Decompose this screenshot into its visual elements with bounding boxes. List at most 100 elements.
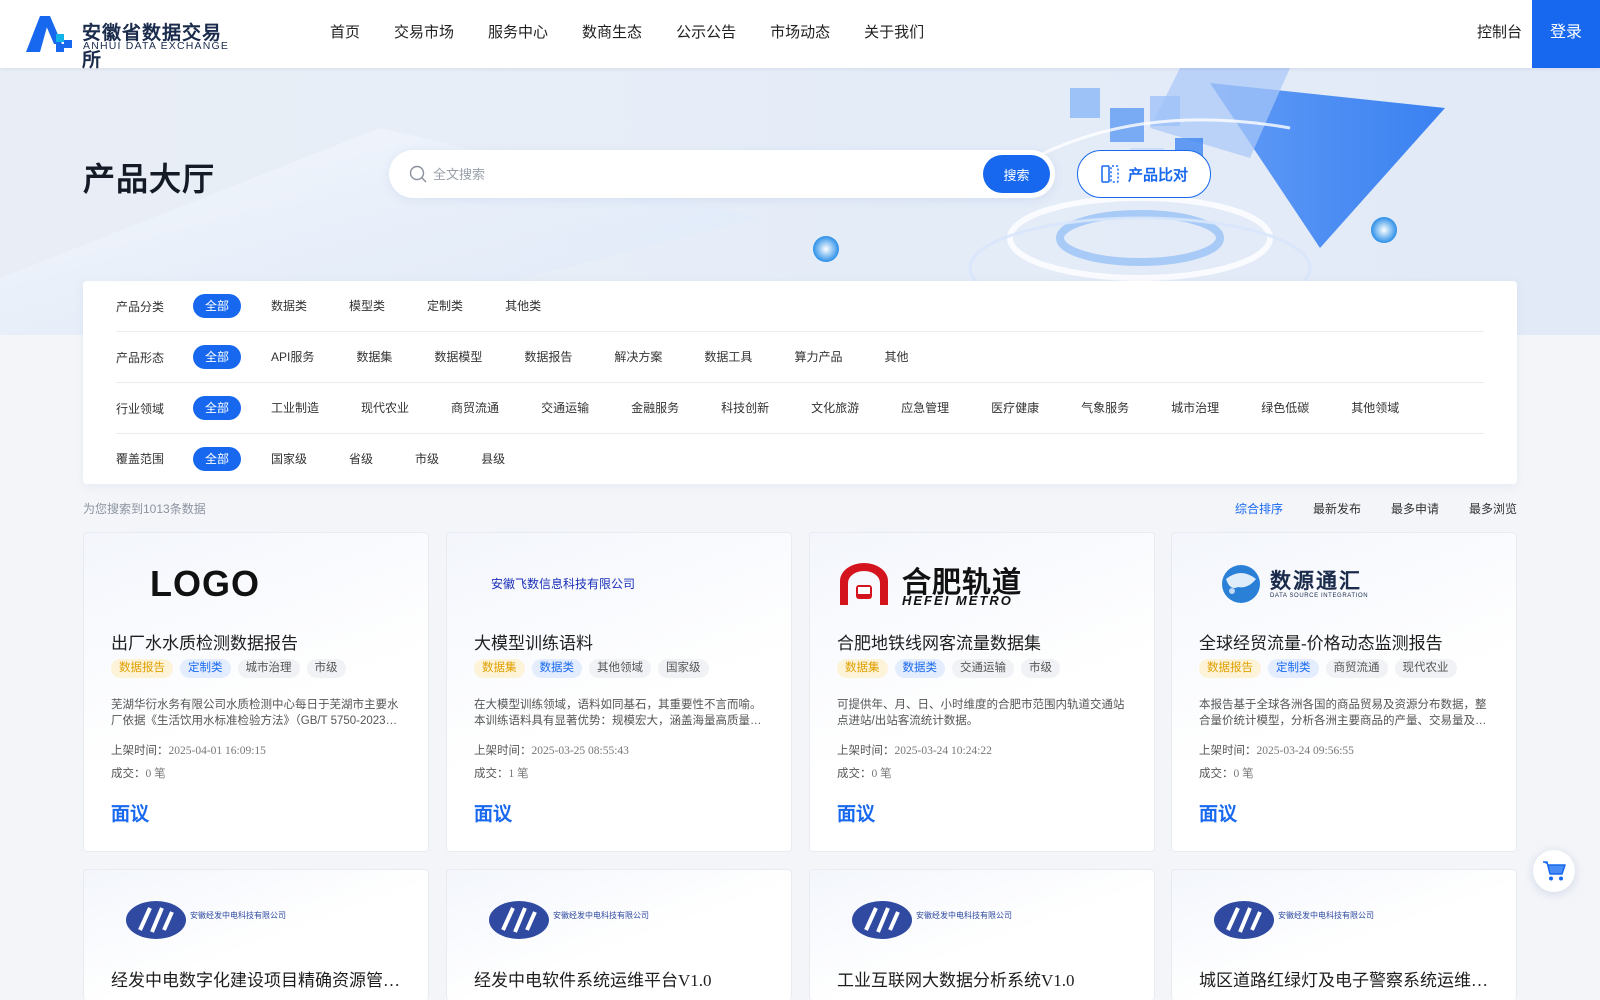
product-card[interactable]: 安徽飞数信息科技有限公司 大模型训练语料 数据集 数据类 其他领域 国家级 在大…: [446, 532, 792, 852]
price-negotiable: 面议: [474, 804, 513, 825]
nav-market[interactable]: 交易市场: [394, 0, 454, 66]
product-title[interactable]: 大模型训练语料: [474, 629, 766, 654]
sort-bar: 综合排序 最新发布 最多申请 最多浏览: [1235, 500, 1517, 517]
filter-chip[interactable]: 交通运输: [529, 396, 601, 420]
tag: 数据集: [837, 659, 888, 678]
product-card[interactable]: 安徽经发中电科技有限公司 工业互联网大数据分析系统V1.0: [809, 869, 1155, 1000]
filter-chip[interactable]: 其他领域: [1339, 396, 1411, 420]
nav-ecosystem[interactable]: 数商生态: [582, 0, 642, 66]
filter-chip[interactable]: 现代农业: [349, 396, 421, 420]
filter-chip[interactable]: 金融服务: [619, 396, 691, 420]
product-title[interactable]: 全球经贸流量-价格动态监测报告: [1199, 629, 1491, 654]
sort-most-applied[interactable]: 最多申请: [1391, 500, 1439, 517]
product-card[interactable]: 安徽经发中电科技有限公司 经发中电软件系统运维平台V1.0: [446, 869, 792, 1000]
nav-about[interactable]: 关于我们: [864, 0, 924, 66]
cart-button[interactable]: [1533, 850, 1575, 892]
filter-chip[interactable]: 科技创新: [709, 396, 781, 420]
filter-chip[interactable]: 县级: [469, 447, 517, 471]
price-negotiable: 面议: [1199, 804, 1238, 825]
company-logo: 安徽飞数信息科技有限公司: [473, 557, 673, 609]
filter-chip[interactable]: API服务: [259, 345, 326, 369]
tag: 现代农业: [1394, 659, 1457, 678]
product-title[interactable]: 城区道路红绿灯及电子警察系统运维服务: [1199, 966, 1491, 991]
tag: 其他领域: [589, 659, 651, 678]
sort-newest[interactable]: 最新发布: [1313, 500, 1361, 517]
listing-time: 上架时间：2025-04-01 16:09:15: [111, 742, 266, 758]
filter-chip[interactable]: 绿色低碳: [1249, 396, 1321, 420]
filter-chip[interactable]: 医疗健康: [979, 396, 1051, 420]
tag: 定制类: [1268, 659, 1319, 678]
product-card[interactable]: 安徽经发中电科技有限公司 城区道路红绿灯及电子警察系统运维服务: [1171, 869, 1517, 1000]
tag: 商贸流通: [1325, 659, 1388, 678]
jingfa-logo-icon: [1214, 901, 1274, 939]
meta-label: 上架时间：: [837, 745, 895, 757]
filter-chip[interactable]: 数据工具: [692, 345, 764, 369]
filter-chip[interactable]: 其他类: [493, 294, 553, 318]
search-button[interactable]: 搜索: [983, 155, 1050, 193]
filter-chip[interactable]: 定制类: [415, 294, 475, 318]
filter-chip[interactable]: 国家级: [259, 447, 319, 471]
meta-label: 成交：: [1199, 768, 1234, 780]
filter-chip[interactable]: 解决方案: [602, 345, 674, 369]
filter-chip[interactable]: 其他: [872, 345, 920, 369]
company-logo: 安徽经发中电科技有限公司: [473, 894, 673, 946]
logo-text: LOGO: [150, 563, 260, 604]
filter-chip[interactable]: 工业制造: [259, 396, 331, 420]
filter-chip[interactable]: 文化旅游: [799, 396, 871, 420]
filter-chip[interactable]: 全部: [193, 345, 242, 369]
meta-value: 0 笔: [1233, 768, 1254, 780]
product-description: 芜湖华衍水务有限公司水质检测中心每日于芜湖市主要水厂依据《生活饮用水标准检验方法…: [111, 699, 399, 727]
result-count: 为您搜索到1013条数据: [83, 502, 206, 516]
deal-count: 成交：0 笔: [837, 765, 892, 781]
login-button[interactable]: 登录: [1532, 0, 1600, 68]
filter-label: 行业领域: [116, 401, 165, 416]
sort-most-viewed[interactable]: 最多浏览: [1469, 500, 1517, 517]
product-title[interactable]: 经发中电软件系统运维平台V1.0: [474, 966, 766, 991]
filter-chip[interactable]: 数据报告: [512, 345, 584, 369]
site-logo[interactable]: 安徽省数据交易所 ANHUI DATA EXCHANGE: [26, 14, 236, 71]
filter-chip[interactable]: 数据模型: [422, 345, 494, 369]
main-nav: 首页 交易市场 服务中心 数商生态 公示公告 市场动态 关于我们: [330, 0, 958, 66]
meta-label: 成交：: [474, 768, 509, 780]
filter-chip[interactable]: 应急管理: [889, 396, 961, 420]
product-title[interactable]: 合肥地铁线网客流量数据集: [837, 629, 1129, 654]
filter-chip[interactable]: 省级: [337, 447, 385, 471]
product-card[interactable]: LOGO 出厂水水质检测数据报告 数据报告 定制类 城市治理 市级 芜湖华衍水务…: [83, 532, 429, 852]
company-logo: 安徽经发中电科技有限公司: [1198, 894, 1398, 946]
nav-home[interactable]: 首页: [330, 0, 360, 66]
filter-chip[interactable]: 模型类: [337, 294, 397, 318]
filter-chip[interactable]: 市级: [403, 447, 451, 471]
filter-chip[interactable]: 数据类: [259, 294, 319, 318]
logo-text: 安徽飞数信息科技有限公司: [491, 577, 636, 591]
product-description: 可提供年、月、日、小时维度的合肥市范围内轨道交通站点进站/出站客流统计数据。: [837, 699, 1125, 727]
filter-row-category: 产品分类 全部 数据类 模型类 定制类 其他类: [116, 281, 1484, 332]
filter-chip[interactable]: 数据集: [344, 345, 404, 369]
tag-list: 数据报告 定制类 商贸流通 现代农业: [1199, 659, 1457, 678]
filter-chip[interactable]: 算力产品: [782, 345, 854, 369]
nav-service-center[interactable]: 服务中心: [488, 0, 548, 66]
product-card[interactable]: 安徽经发中电科技有限公司 经发中电数字化建设项目精确资源管理系统: [83, 869, 429, 1000]
compare-icon: [1101, 165, 1119, 183]
meta-value: 0 笔: [871, 768, 892, 780]
product-compare-button[interactable]: 产品比对: [1077, 150, 1211, 198]
price-negotiable: 面议: [111, 804, 150, 825]
filter-chip[interactable]: 商贸流通: [439, 396, 511, 420]
tag: 数据类: [894, 659, 945, 678]
filter-chip[interactable]: 城市治理: [1159, 396, 1231, 420]
product-title[interactable]: 工业互联网大数据分析系统V1.0: [837, 966, 1129, 991]
product-card[interactable]: 合肥轨道 HEFEI METRO 合肥地铁线网客流量数据集 数据集 数据类 交通…: [809, 532, 1155, 852]
filter-chip[interactable]: 全部: [193, 446, 242, 471]
meta-label: 上架时间：: [111, 745, 169, 757]
sort-comprehensive[interactable]: 综合排序: [1235, 500, 1283, 517]
filter-chip[interactable]: 全部: [193, 396, 242, 420]
nav-market-news[interactable]: 市场动态: [770, 0, 830, 66]
product-title[interactable]: 经发中电数字化建设项目精确资源管理系统: [111, 966, 403, 991]
console-link[interactable]: 控制台: [1477, 0, 1522, 66]
product-title[interactable]: 出厂水水质检测数据报告: [111, 629, 403, 654]
filter-chip[interactable]: 气象服务: [1069, 396, 1141, 420]
meta-label: 成交：: [837, 768, 872, 780]
search-input[interactable]: [433, 160, 963, 188]
nav-announcements[interactable]: 公示公告: [676, 0, 736, 66]
product-card[interactable]: 数源通汇 DATA SOURCE INTEGRATION 全球经贸流量-价格动态…: [1171, 532, 1517, 852]
filter-chip[interactable]: 全部: [193, 294, 242, 318]
